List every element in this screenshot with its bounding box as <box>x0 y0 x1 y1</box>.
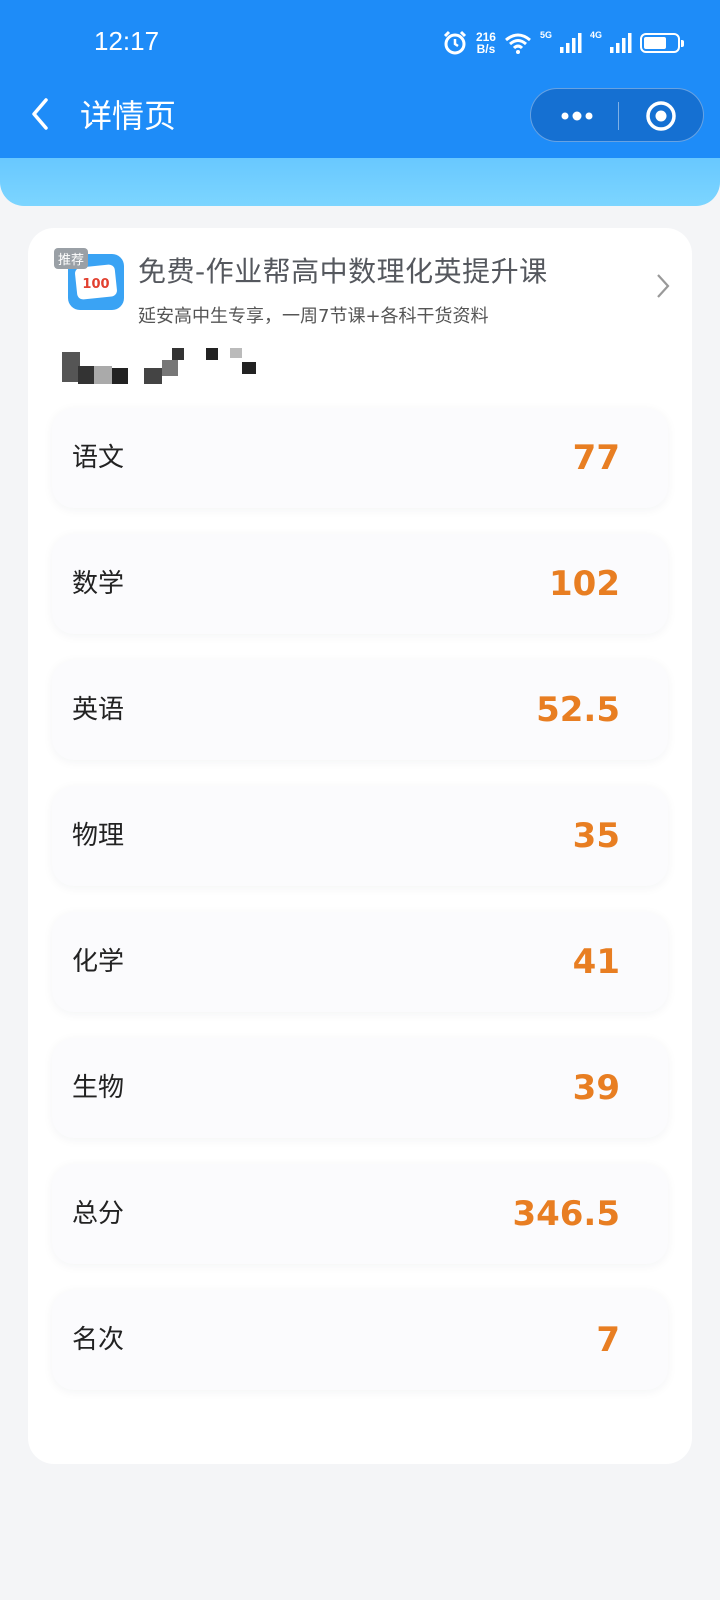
subject-score: 52.5 <box>536 690 620 730</box>
subject-label: 数学 <box>72 569 125 599</box>
more-icon[interactable] <box>555 89 599 143</box>
promo-tag: 推荐 <box>54 248 89 269</box>
header-band <box>0 158 720 206</box>
score-row-math: 数学 102 <box>52 534 668 634</box>
back-icon[interactable] <box>26 96 56 132</box>
subject-label: 英语 <box>72 695 125 725</box>
net-speed-unit: B/s <box>476 42 496 56</box>
signal-icon <box>559 33 582 53</box>
promo-banner[interactable]: 100 推荐 免费-作业帮高中数理化英提升课 延安高中生专享，一周7节课+各科干… <box>28 228 692 338</box>
score-row-chinese: 语文 77 <box>52 408 668 508</box>
subject-label: 总分 <box>72 1199 125 1229</box>
subject-score: 77 <box>572 438 620 478</box>
status-time: 12:17 <box>94 26 160 56</box>
battery-icon <box>640 33 684 53</box>
promo-title: 免费-作业帮高中数理化英提升课 <box>138 255 548 288</box>
subject-label: 生物 <box>72 1073 125 1103</box>
redacted-name <box>60 348 270 392</box>
wifi-icon <box>505 33 531 54</box>
miniapp-capsule <box>530 88 704 142</box>
subject-score: 41 <box>572 942 620 982</box>
signal-icon-2 <box>610 33 632 53</box>
alarm-icon <box>443 30 466 55</box>
subject-score: 35 <box>572 816 620 856</box>
subject-score: 39 <box>572 1068 620 1108</box>
subject-score: 7 <box>596 1320 620 1360</box>
status-icons: 216 B/s 5G 4G <box>442 26 684 60</box>
promo-icon-text: 100 <box>82 277 109 292</box>
score-row-rank: 名次 7 <box>52 1290 668 1390</box>
subject-score: 346.5 <box>512 1194 620 1234</box>
subject-score: 102 <box>549 564 620 604</box>
chevron-right-icon <box>657 274 670 298</box>
score-row-chemistry: 化学 41 <box>52 912 668 1012</box>
subject-label: 语文 <box>72 443 125 473</box>
score-row-total: 总分 346.5 <box>52 1164 668 1264</box>
close-miniapp-icon[interactable] <box>634 89 688 143</box>
subject-label: 物理 <box>72 821 125 851</box>
subject-label: 化学 <box>72 947 125 977</box>
capsule-divider <box>618 102 619 130</box>
score-row-english: 英语 52.5 <box>52 660 668 760</box>
sim2-network-label: 4G <box>589 30 602 40</box>
page-title: 详情页 <box>80 97 177 135</box>
sim1-network-label: 5G <box>539 30 552 40</box>
score-row-biology: 生物 39 <box>52 1038 668 1138</box>
promo-subtitle: 延安高中生专享，一周7节课+各科干货资料 <box>138 306 489 327</box>
net-speed: 216 B/s <box>476 31 496 55</box>
score-row-physics: 物理 35 <box>52 786 668 886</box>
subject-label: 名次 <box>72 1325 125 1355</box>
